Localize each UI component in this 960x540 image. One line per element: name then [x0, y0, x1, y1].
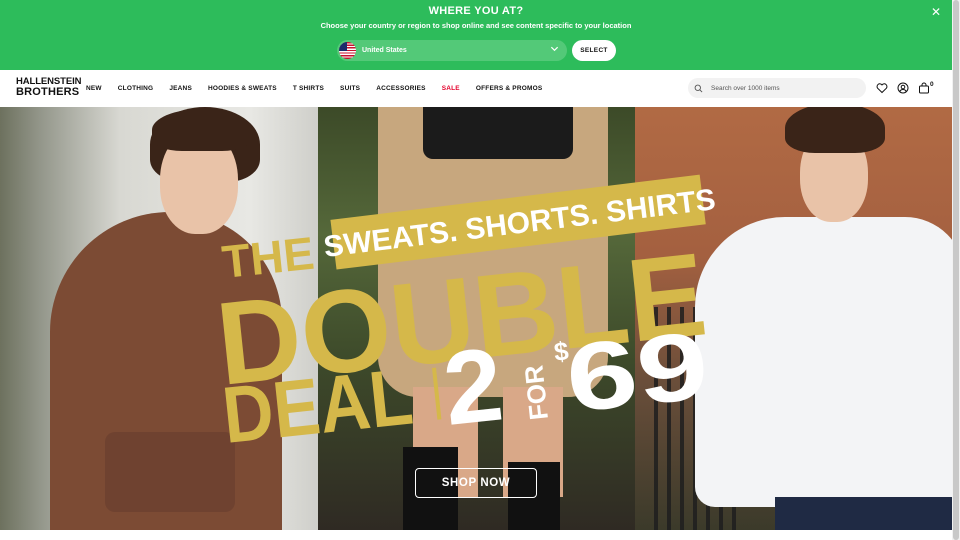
shop-now-button[interactable]: SHOP NOW [415, 468, 537, 498]
search-bar[interactable]: Search over 1000 items [688, 78, 866, 98]
close-icon[interactable]: ✕ [931, 5, 941, 19]
nav-jeans[interactable]: JEANS [169, 85, 192, 92]
nav-accessories[interactable]: ACCESSORIES [376, 85, 426, 92]
nav-hoodies-sweats[interactable]: HOODIES & SWEATS [208, 85, 277, 92]
nav-offers-promos[interactable]: OFFERS & PROMOS [476, 85, 543, 92]
logo-line-2: BROTHERS [16, 86, 80, 98]
select-button[interactable]: SELECT [572, 40, 616, 61]
nav-clothing[interactable]: CLOTHING [118, 85, 154, 92]
logo[interactable]: HALLENSTEIN BROTHERS [16, 77, 82, 98]
headline-deal: DEAL [218, 352, 416, 460]
search-input[interactable]: Search over 1000 items [711, 85, 780, 92]
nav-t-shirts[interactable]: T SHIRTS [293, 85, 324, 92]
chevron-down-icon [550, 44, 559, 55]
site-header: HALLENSTEIN BROTHERS NEW CLOTHING JEANS … [0, 70, 952, 107]
country-select-value: United States [362, 47, 407, 54]
price-for: FOR [518, 364, 554, 422]
account-icon[interactable] [897, 82, 909, 94]
search-icon [694, 84, 703, 92]
nav-suits[interactable]: SUITS [340, 85, 360, 92]
heart-icon[interactable] [876, 82, 888, 94]
main-nav: NEW CLOTHING JEANS HOODIES & SWEATS T SH… [86, 85, 558, 92]
banner-subtitle: Choose your country or region to shop on… [320, 21, 632, 30]
page: WHERE YOU AT? Choose your country or reg… [0, 0, 952, 540]
cart-count: 0 [930, 81, 934, 88]
price-two: 2 [438, 326, 508, 447]
bag-icon[interactable] [918, 82, 930, 94]
scrollbar[interactable] [952, 0, 960, 540]
us-flag-icon [339, 42, 356, 59]
country-select[interactable]: United States [337, 40, 567, 61]
hero-banner[interactable]: SWEATS. SHORTS. SHIRTS THE DOUBLE DEAL 2… [0, 107, 952, 530]
nav-sale[interactable]: SALE [442, 85, 460, 92]
nav-new[interactable]: NEW [86, 85, 102, 92]
promo-graphic: SWEATS. SHORTS. SHIRTS THE DOUBLE DEAL 2… [211, 174, 717, 460]
country-banner: WHERE YOU AT? Choose your country or reg… [0, 0, 952, 70]
price-amount: 69 [561, 312, 713, 433]
banner-title: WHERE YOU AT? [428, 5, 524, 17]
